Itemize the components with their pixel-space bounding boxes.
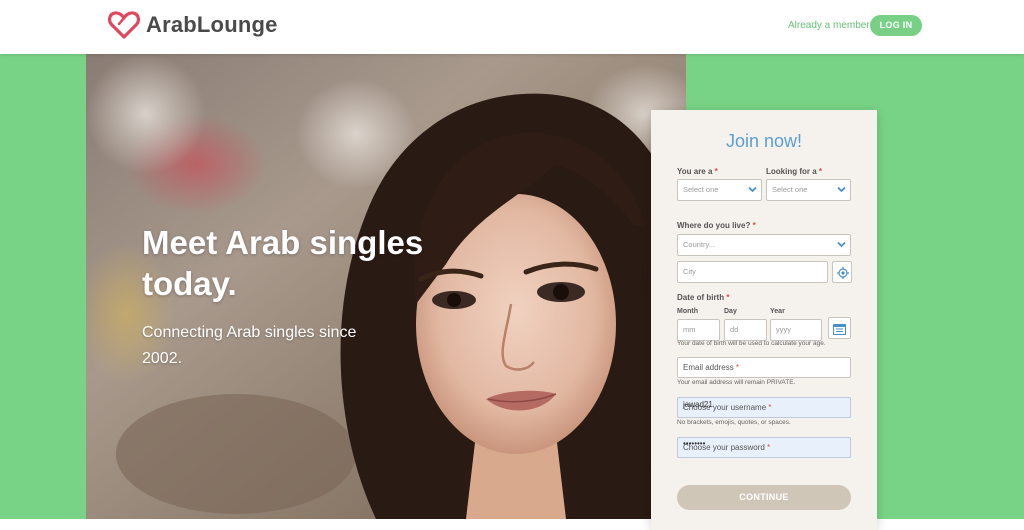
password-value: ••••••••	[683, 439, 706, 448]
day-label: Day	[724, 308, 737, 315]
dob-label: Date of birth *	[677, 293, 730, 302]
looking-for-value: Select one	[772, 185, 808, 194]
location-crosshair-icon	[837, 267, 849, 279]
year-label: Year	[770, 308, 785, 315]
year-placeholder: yyyy	[776, 325, 791, 334]
looking-for-label: Looking for a *	[766, 167, 823, 176]
dob-hint: Your date of birth will be used to calcu…	[677, 340, 826, 347]
password-input[interactable]: Choose your password * ••••••••	[677, 437, 851, 458]
join-form: Join now! You are a * Looking for a * Se…	[651, 110, 877, 530]
month-placeholder: mm	[683, 325, 696, 334]
where-live-label: Where do you live? *	[677, 221, 756, 230]
calendar-icon	[833, 323, 846, 335]
username-value: jawad21	[683, 400, 713, 409]
locate-button[interactable]	[832, 261, 852, 283]
username-hint: No brackets, emojis, quotes, or spaces.	[677, 419, 791, 426]
you-are-select[interactable]: Select one	[677, 179, 762, 201]
chevron-down-icon	[748, 186, 757, 193]
chevron-down-icon	[837, 186, 846, 193]
email-label: Email address *	[683, 363, 740, 372]
month-label: Month	[677, 308, 698, 315]
day-placeholder: dd	[730, 325, 739, 334]
email-hint: Your email address will remain PRIVATE.	[677, 379, 796, 386]
city-placeholder: City	[683, 267, 696, 276]
calendar-button[interactable]	[828, 317, 851, 339]
country-placeholder: Country...	[683, 240, 715, 249]
heart-logo-icon	[108, 11, 140, 39]
hero-image: Meet Arab singles today. Connecting Arab…	[86, 54, 686, 519]
you-are-value: Select one	[683, 185, 719, 194]
email-input[interactable]: Email address *	[677, 357, 851, 378]
already-member-link[interactable]: Already a member?	[788, 20, 875, 31]
hero-subtitle: Connecting Arab singles since 2002.	[142, 324, 357, 367]
logo[interactable]: ArabLounge	[108, 10, 278, 40]
form-title: Join now!	[725, 131, 803, 151]
country-select[interactable]: Country...	[677, 234, 851, 256]
site-header: ArabLounge Already a member? LOG IN	[0, 0, 1024, 54]
year-input[interactable]: yyyy	[770, 319, 822, 341]
logo-text: ArabLounge	[146, 12, 278, 37]
chevron-down-icon	[837, 241, 846, 248]
you-are-label: You are a *	[677, 167, 718, 176]
login-button[interactable]: LOG IN	[870, 15, 922, 36]
city-input[interactable]: City	[677, 261, 828, 283]
month-input[interactable]: mm	[677, 319, 720, 341]
hero-title: Meet Arab singles today.	[142, 224, 424, 302]
username-input[interactable]: Choose your username * jawad21	[677, 397, 851, 418]
looking-for-select[interactable]: Select one	[766, 179, 851, 201]
day-input[interactable]: dd	[724, 319, 767, 341]
continue-button[interactable]: CONTINUE	[677, 485, 851, 510]
